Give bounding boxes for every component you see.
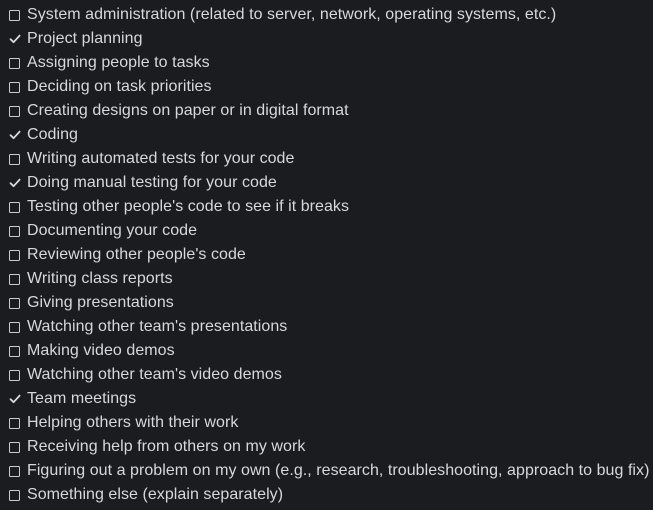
checklist-item[interactable]: Project planning: [0, 27, 653, 51]
checklist-item-label: Helping others with their work: [27, 414, 239, 431]
checklist-item[interactable]: Reviewing other people's code: [0, 243, 653, 267]
checkbox-empty-icon[interactable]: [7, 411, 22, 435]
checkbox-empty-icon[interactable]: [7, 363, 22, 387]
checkbox-empty-icon[interactable]: [7, 3, 22, 27]
checklist-item-label: Assigning people to tasks: [27, 54, 210, 71]
checklist-item[interactable]: Assigning people to tasks: [0, 51, 653, 75]
checkbox-square: [9, 369, 20, 381]
checkbox-empty-icon[interactable]: [7, 51, 22, 75]
checkbox-empty-icon[interactable]: [7, 459, 22, 483]
checkbox-empty-icon[interactable]: [7, 483, 22, 507]
checklist-item-label: Testing other people's code to see if it…: [27, 198, 350, 215]
checklist-item-label: Giving presentations: [27, 294, 174, 311]
checkbox-empty-icon[interactable]: [7, 219, 22, 243]
checkbox-empty-icon[interactable]: [7, 243, 22, 267]
checkbox-square: [9, 417, 20, 429]
checkbox-empty-icon[interactable]: [7, 435, 22, 459]
task-checklist: System administration (related to server…: [0, 3, 653, 507]
checkbox-square: [9, 105, 20, 117]
checkbox-square: [9, 273, 20, 285]
checklist-item[interactable]: Something else (explain separately): [0, 483, 653, 507]
checklist-item-label: Receiving help from others on my work: [27, 438, 306, 455]
checklist-item-label: Watching other team's video demos: [27, 366, 282, 383]
checklist-item[interactable]: Creating designs on paper or in digital …: [0, 99, 653, 123]
checklist-item[interactable]: System administration (related to server…: [0, 3, 653, 27]
checklist-item[interactable]: Watching other team's presentations: [0, 315, 653, 339]
checklist-item-label: Something else (explain separately): [27, 486, 284, 503]
checklist-item[interactable]: Team meetings: [0, 387, 653, 411]
checklist-item-label: Doing manual testing for your code: [27, 174, 277, 191]
checklist-item[interactable]: Doing manual testing for your code: [0, 171, 653, 195]
checkbox-square: [9, 57, 20, 69]
checklist-item-label: Coding: [27, 126, 79, 143]
checkbox-square: [9, 321, 20, 333]
checkbox-square: [9, 465, 20, 477]
checkbox-empty-icon[interactable]: [7, 75, 22, 99]
checkbox-square: [9, 441, 20, 453]
checkbox-square: [9, 225, 20, 237]
checklist-item-label: System administration (related to server…: [27, 6, 557, 23]
checklist-item-label: Watching other team's presentations: [27, 318, 288, 335]
checklist-item[interactable]: Figuring out a problem on my own (e.g., …: [0, 459, 653, 483]
checklist-item-label: Writing automated tests for your code: [27, 150, 295, 167]
checklist-item[interactable]: Coding: [0, 123, 653, 147]
checkbox-square: [9, 489, 20, 501]
checkbox-empty-icon[interactable]: [7, 195, 22, 219]
checkmark-icon[interactable]: [7, 171, 22, 195]
checklist-item[interactable]: Watching other team's video demos: [0, 363, 653, 387]
checklist-item-label: Figuring out a problem on my own (e.g., …: [27, 462, 650, 479]
checklist-item-label: Writing class reports: [27, 270, 173, 287]
checkbox-square: [9, 345, 20, 357]
checkbox-square: [9, 9, 20, 21]
checkbox-empty-icon[interactable]: [7, 99, 22, 123]
checklist-item[interactable]: Deciding on task priorities: [0, 75, 653, 99]
checkbox-empty-icon[interactable]: [7, 339, 22, 363]
checkbox-empty-icon[interactable]: [7, 147, 22, 171]
checklist-item[interactable]: Helping others with their work: [0, 411, 653, 435]
checklist-item-label: Documenting your code: [27, 222, 198, 239]
checkbox-square: [9, 201, 20, 213]
checkbox-square: [9, 153, 20, 165]
checklist-item[interactable]: Testing other people's code to see if it…: [0, 195, 653, 219]
checkmark-icon[interactable]: [7, 27, 22, 51]
checklist-item-label: Team meetings: [27, 390, 137, 407]
checklist-item[interactable]: Receiving help from others on my work: [0, 435, 653, 459]
checkbox-square: [9, 297, 20, 309]
checkbox-empty-icon[interactable]: [7, 291, 22, 315]
checkmark-icon[interactable]: [7, 387, 22, 411]
checklist-item-label: Making video demos: [27, 342, 175, 359]
checkmark-icon[interactable]: [7, 123, 22, 147]
checkbox-square: [9, 81, 20, 93]
checklist-item-label: Creating designs on paper or in digital …: [27, 102, 349, 119]
checklist-item[interactable]: Writing automated tests for your code: [0, 147, 653, 171]
checkbox-empty-icon[interactable]: [7, 267, 22, 291]
checklist-item[interactable]: Documenting your code: [0, 219, 653, 243]
checkbox-square: [9, 249, 20, 261]
checklist-item-label: Project planning: [27, 30, 143, 47]
checklist-item[interactable]: Making video demos: [0, 339, 653, 363]
checklist-item-label: Deciding on task priorities: [27, 78, 212, 95]
checkbox-empty-icon[interactable]: [7, 315, 22, 339]
checklist-item[interactable]: Giving presentations: [0, 291, 653, 315]
checklist-item[interactable]: Writing class reports: [0, 267, 653, 291]
checklist-item-label: Reviewing other people's code: [27, 246, 246, 263]
